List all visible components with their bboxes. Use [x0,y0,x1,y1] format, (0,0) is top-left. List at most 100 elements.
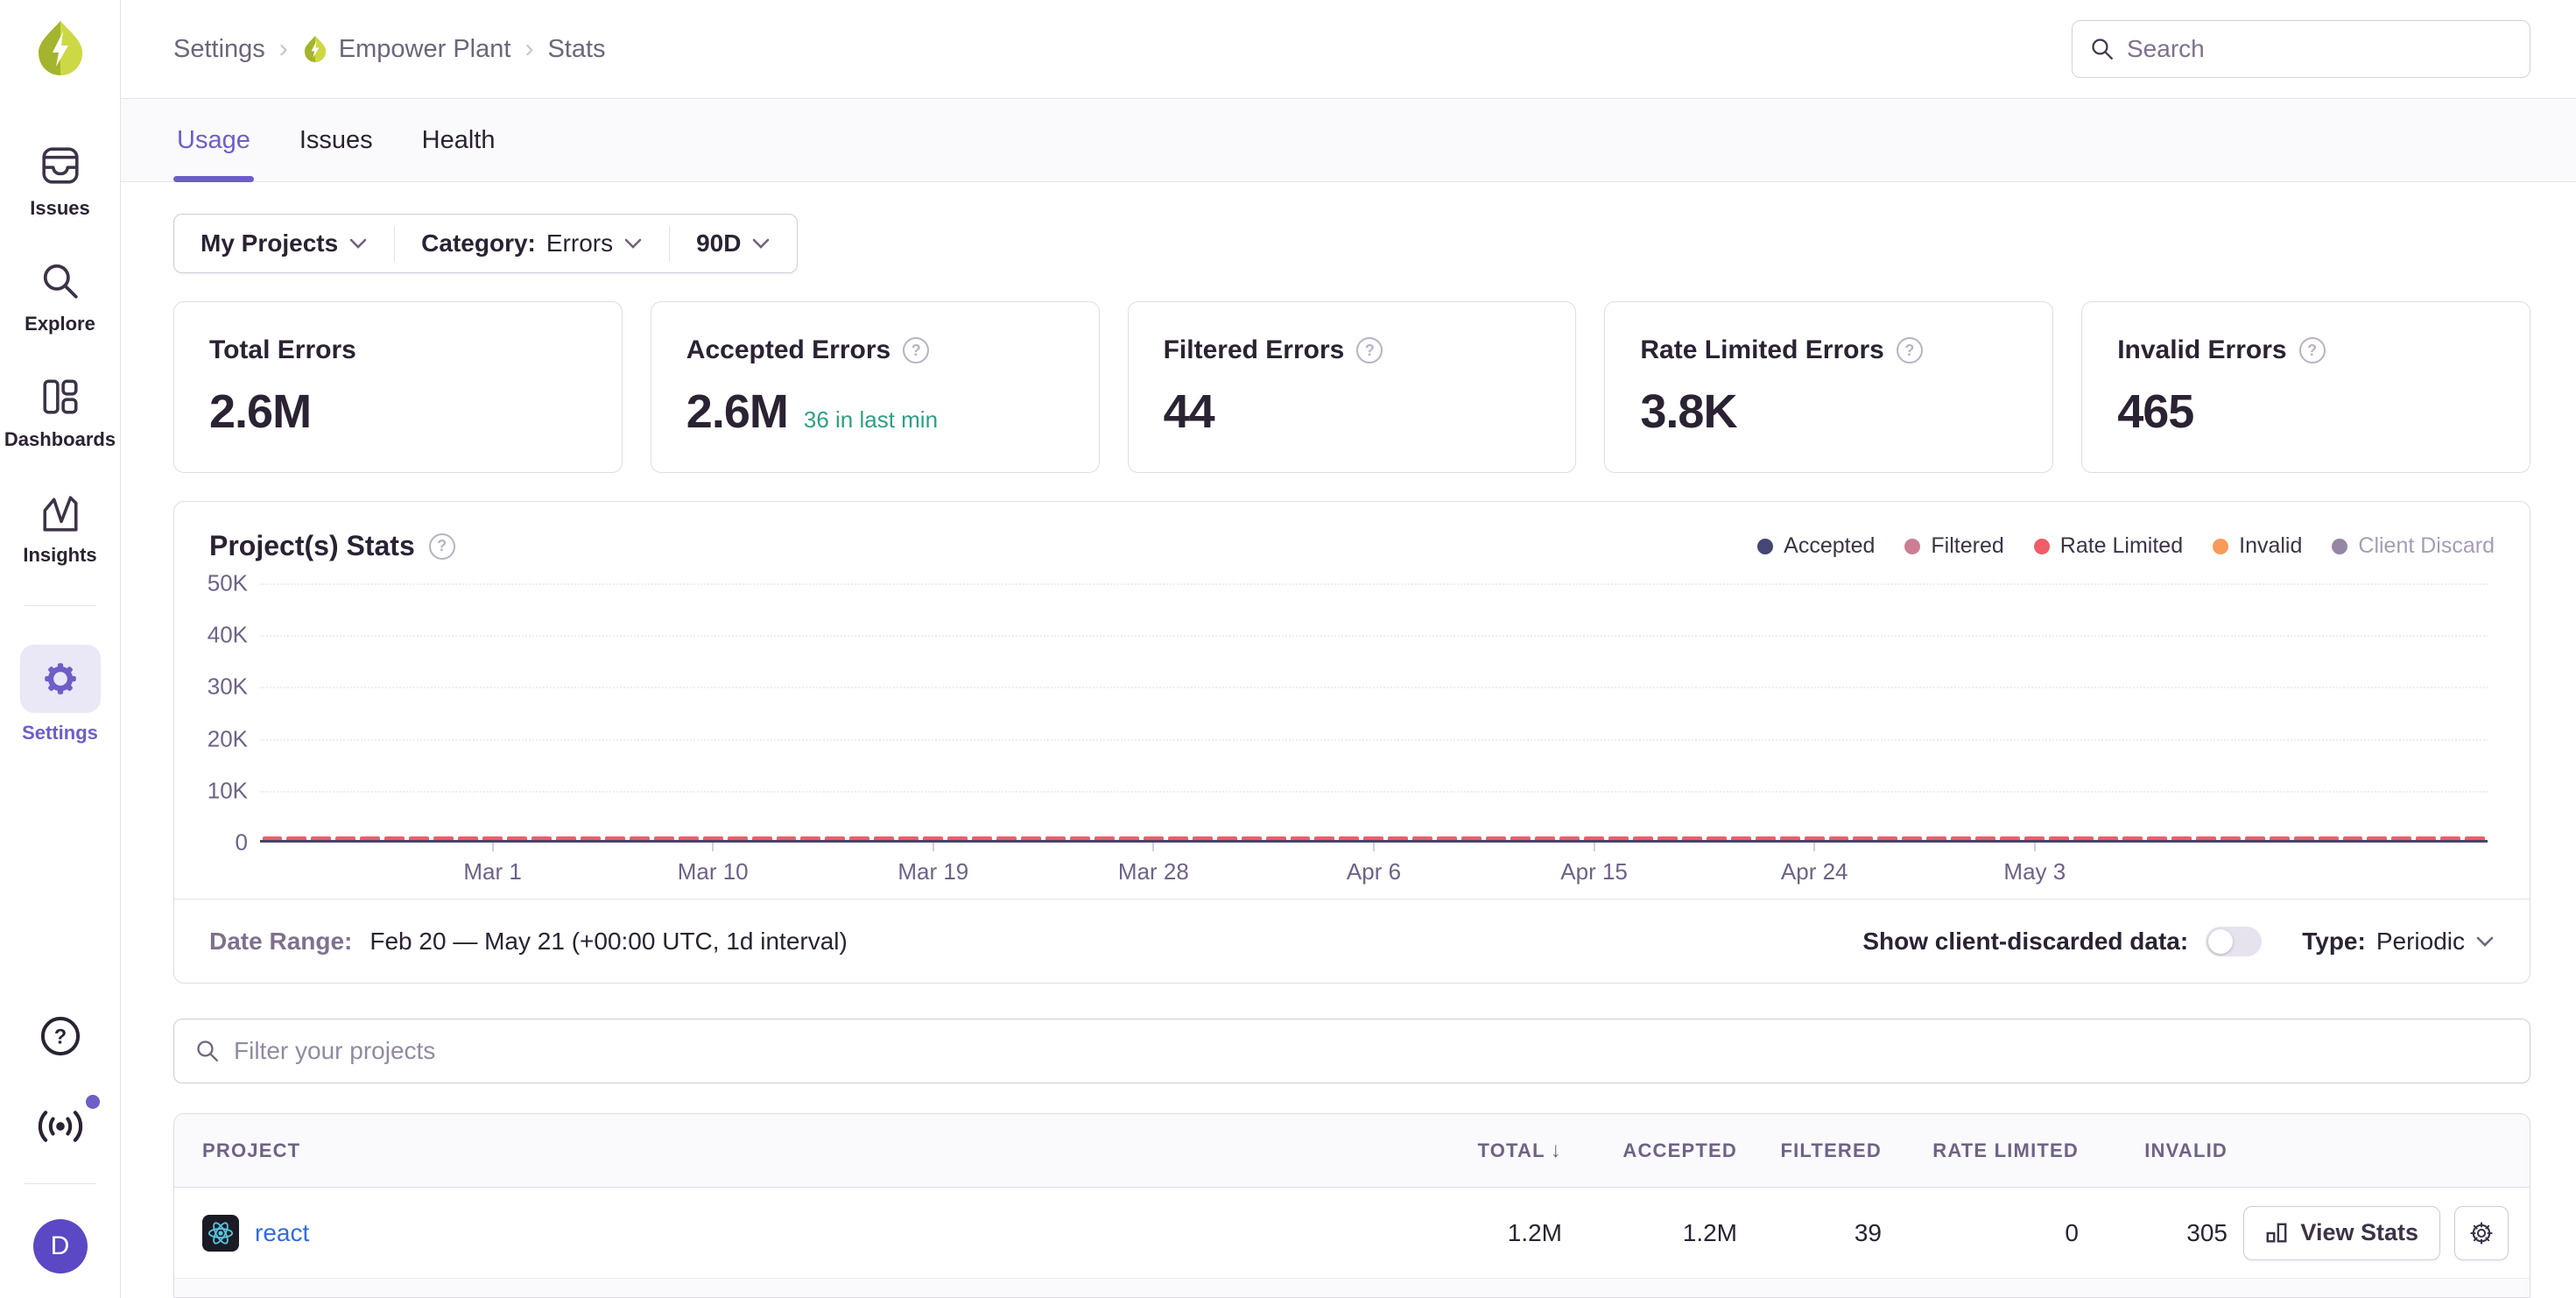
col-filtered[interactable]: Filtered [1737,1139,1882,1162]
content: My Projects Category: Errors 90D [121,182,2576,1298]
sidebar-item-dashboards[interactable]: Dashboards [0,374,120,451]
stat-cards: Total Errors 2.6M Accepted Errors? 2.6M3… [173,301,2530,473]
legend-dot [2034,539,2050,554]
col-project[interactable]: Project [174,1139,1378,1162]
legend-label: Filtered [1931,533,2003,559]
x-axis-tick [492,843,494,851]
react-platform-icon [202,1215,239,1252]
col-label: Project [202,1139,300,1161]
tab-health[interactable]: Health [419,99,499,181]
user-avatar[interactable]: D [33,1219,88,1273]
category-value: Errors [546,229,613,257]
type-label: Type: [2302,928,2366,956]
chart-header: Project(s) Stats ? Accepted Filtered Rat… [174,502,2530,571]
sort-desc-icon: ↓ [1551,1139,1562,1162]
whats-new-button[interactable] [35,1109,86,1148]
help-tooltip-icon[interactable]: ? [429,533,455,560]
legend-label: Accepted [1784,533,1875,559]
category-selector[interactable]: Category: Errors [395,215,669,272]
sidebar-item-label: Insights [23,544,96,567]
chart-footer: Date Range: Feb 20 — May 21 (+00:00 UTC,… [174,899,2530,983]
help-tooltip-icon[interactable]: ? [903,337,929,363]
chart-plot-row: 50K40K30K20K10K0 [174,583,2530,843]
x-axis-tick [1813,843,1815,851]
filter-bar: My Projects Category: Errors 90D [173,214,798,273]
legend-item-invalid[interactable]: Invalid [2213,533,2302,559]
chart-bars [260,583,2488,841]
x-axis-tick [1152,843,1154,851]
cell-invalid: 305 [2079,1219,2228,1247]
legend-item-filtered[interactable]: Filtered [1904,533,2003,559]
stat-card-title: Invalid Errors [2117,335,2286,365]
main-area: Settings › Empower Plant › Stats [121,0,2576,1298]
chart-plot [260,583,2488,843]
col-total[interactable]: Total ↓ [1378,1139,1562,1163]
sidebar-item-explore[interactable]: Explore [0,258,120,335]
sidebar-bottom: ? D [0,968,120,1298]
col-rate-limited[interactable]: Rate Limited [1882,1139,2079,1162]
chevron-right-icon: › [279,34,288,64]
project-settings-button[interactable] [2454,1206,2509,1260]
x-axis-label: Mar 10 [678,858,749,885]
org-logo[interactable] [33,19,88,81]
tab-issues[interactable]: Issues [296,99,377,181]
col-label: Total [1478,1139,1545,1161]
help-tooltip-icon[interactable]: ? [2299,337,2326,363]
tab-usage[interactable]: Usage [173,99,254,181]
help-button[interactable]: ? [38,1013,83,1063]
stat-card-title: Total Errors [209,335,356,365]
sidebar-item-settings[interactable]: Settings [0,645,120,744]
topbar: Settings › Empower Plant › Stats [121,0,2576,98]
broadcast-icon [35,1109,86,1144]
y-axis-label: 30K [208,674,248,701]
view-stats-button[interactable]: View Stats [2243,1206,2440,1260]
issues-icon [40,143,81,188]
date-range-value: Feb 20 — May 21 (+00:00 UTC, 1d interval… [370,928,847,956]
type-value: Periodic [2376,928,2465,956]
svg-text:?: ? [53,1026,66,1048]
x-axis-label: Mar 19 [897,858,968,885]
breadcrumb-stats[interactable]: Stats [547,35,605,64]
stat-card-value: 2.6M [686,384,788,439]
chevron-down-icon [348,237,368,250]
insights-icon [40,490,81,535]
global-search[interactable] [2072,20,2530,78]
stat-card-value: 2.6M [209,384,311,439]
legend-item-rate-limited[interactable]: Rate Limited [2034,533,2183,559]
bar-chart-icon [2265,1222,2288,1245]
empower-plant-logo-icon [33,19,88,77]
settings-gear-icon [20,645,101,713]
breadcrumb-settings[interactable]: Settings [173,35,265,64]
legend-item-accepted[interactable]: Accepted [1757,533,1875,559]
chart-legend: Accepted Filtered Rate Limited Invalid C… [1757,533,2495,559]
sidebar-item-issues[interactable]: Issues [0,143,120,220]
legend-item-client-discard[interactable]: Client Discard [2332,533,2495,559]
sidebar-item-label: Explore [25,313,95,335]
toggle-knob [2208,929,2233,954]
project-filter[interactable] [173,1019,2530,1083]
help-tooltip-icon[interactable]: ? [1897,337,1923,363]
legend-dot [1904,539,1920,554]
client-discard-toggle[interactable] [2206,927,2262,956]
period-selector[interactable]: 90D [670,215,797,272]
y-axis-label: 40K [208,622,248,649]
stat-card-filtered-errors: Filtered Errors? 44 [1128,301,1577,473]
stat-card-accepted-errors: Accepted Errors? 2.6M36 in last min [651,301,1100,473]
sidebar-item-insights[interactable]: Insights [0,490,120,567]
chart-x-axis: Mar 1Mar 10Mar 19Mar 28Apr 6Apr 15Apr 24… [260,843,2488,893]
breadcrumb-project[interactable]: Empower Plant [302,35,511,64]
search-icon [195,1039,220,1063]
col-invalid[interactable]: Invalid [2079,1139,2228,1162]
col-accepted[interactable]: Accepted [1562,1139,1737,1162]
project-selector[interactable]: My Projects [174,215,394,272]
type-selector[interactable]: Type: Periodic [2302,928,2495,956]
stat-card-total-errors: Total Errors 2.6M [173,301,623,473]
explore-icon [40,258,81,304]
chart-title: Project(s) Stats [209,530,415,562]
global-search-input[interactable] [2127,35,2512,63]
notification-dot [86,1095,100,1109]
project-link[interactable]: react [255,1219,309,1247]
project-filter-input[interactable] [234,1037,2509,1065]
chart-y-axis: 50K40K30K20K10K0 [174,583,260,843]
help-tooltip-icon[interactable]: ? [1356,337,1383,363]
